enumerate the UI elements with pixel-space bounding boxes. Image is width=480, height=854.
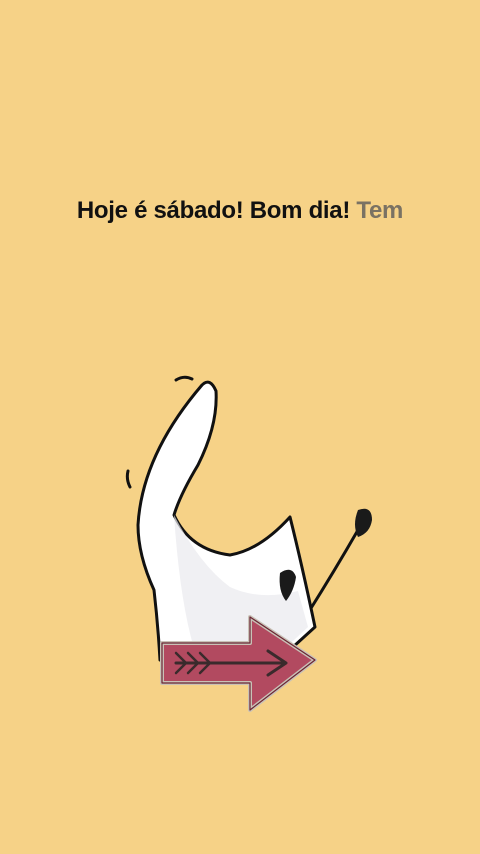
video-frame: Hoje é sábado! Bom dia! Tem — [0, 0, 480, 854]
character-sticker-icon — [125, 375, 372, 712]
character-sticker — [110, 365, 390, 725]
caption-upcoming-text: Tem — [356, 197, 404, 224]
motion-mark — [125, 469, 132, 489]
character-arm — [306, 528, 360, 615]
character-hand — [355, 508, 372, 537]
motion-mark — [174, 375, 194, 382]
subtitle-caption: Hoje é sábado! Bom dia! Tem — [0, 194, 480, 228]
caption-spoken-text: Hoje é sábado! Bom dia! — [76, 197, 351, 224]
